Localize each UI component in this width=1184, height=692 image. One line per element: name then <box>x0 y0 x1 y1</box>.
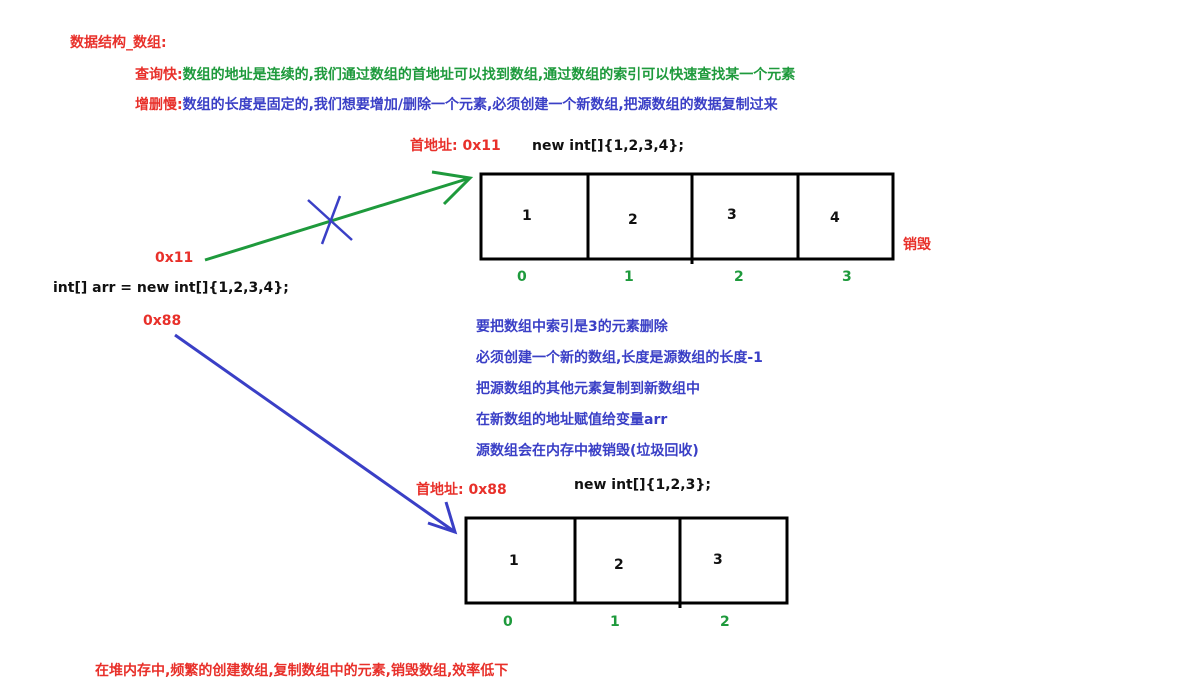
query-fast-label: 查询快: <box>135 67 183 83</box>
array2-cell: 3 <box>713 552 723 568</box>
cross-mark <box>307 195 353 245</box>
green-reference-arrow <box>204 170 474 262</box>
step: 在新数组的地址赋值给变量arr <box>476 412 668 428</box>
variable-code: int[] arr = new int[]{1,2,3,4}; <box>53 280 289 296</box>
array2-address: 首地址: 0x88 <box>416 482 507 498</box>
step: 源数组会在内存中被销毁(垃圾回收) <box>476 443 699 459</box>
array2-cell: 2 <box>614 557 624 573</box>
query-fast-line: 查询快:数组的地址是连续的,我们通过数组的首地址可以找到数组,通过数组的索引可以… <box>135 64 795 84</box>
array1-code: new int[]{1,2,3,4}; <box>532 138 684 154</box>
step: 把源数组的其他元素复制到新数组中 <box>476 381 700 397</box>
title: 数据结构_数组: <box>70 35 167 51</box>
array1-index: 3 <box>842 269 852 285</box>
array1-cell: 1 <box>522 208 532 224</box>
add-delete-text: 数组的长度是固定的,我们想要增加/删除一个元素,必须创建一个新数组,把源数组的数… <box>182 97 778 113</box>
add-delete-line: 增删慢:数组的长度是固定的,我们想要增加/删除一个元素,必须创建一个新数组,把源… <box>135 94 778 114</box>
array2-cell: 1 <box>509 553 519 569</box>
array1-cell: 3 <box>727 207 737 223</box>
add-delete-label: 增删慢: <box>135 97 183 113</box>
array1-cell: 2 <box>628 212 638 228</box>
step: 要把数组中索引是3的元素删除 <box>476 319 668 335</box>
footer-note: 在堆内存中,频繁的创建数组,复制数组中的元素,销毁数组,效率低下 <box>95 663 509 679</box>
query-fast-text: 数组的地址是连续的,我们通过数组的首地址可以找到数组,通过数组的索引可以快速查找… <box>182 67 796 83</box>
array1-index: 0 <box>517 269 527 285</box>
array1-address: 首地址: 0x11 <box>410 138 501 154</box>
array1-index: 2 <box>734 269 744 285</box>
old-reference: 0x11 <box>155 250 194 266</box>
step: 必须创建一个新的数组,长度是源数组的长度-1 <box>476 350 763 366</box>
new-reference: 0x88 <box>143 313 182 329</box>
array2-code: new int[]{1,2,3}; <box>574 477 711 493</box>
array2-index: 0 <box>503 614 513 630</box>
array1-cell: 4 <box>830 210 840 226</box>
array1-index: 1 <box>624 269 634 285</box>
destroyed-label: 销毁 <box>903 237 931 253</box>
blue-reference-arrow <box>174 333 458 535</box>
array2-index: 2 <box>720 614 730 630</box>
array2-index: 1 <box>610 614 620 630</box>
